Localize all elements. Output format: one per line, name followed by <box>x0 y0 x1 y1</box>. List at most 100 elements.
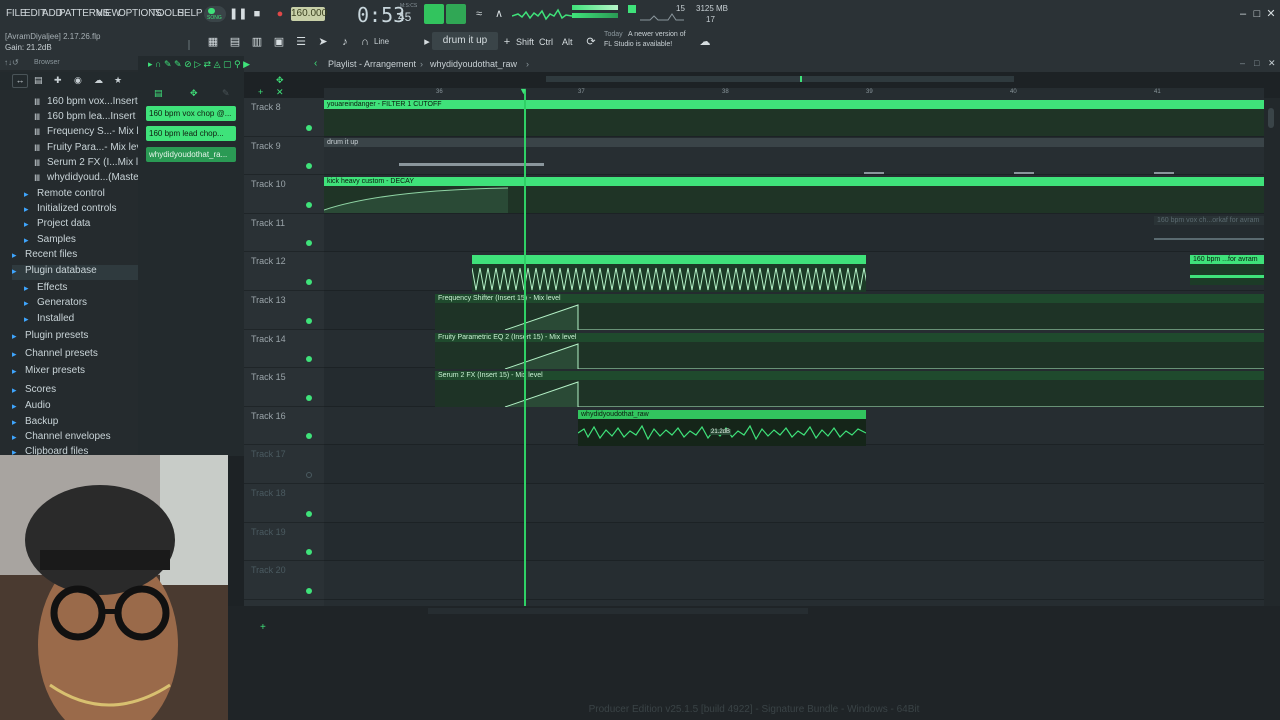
picker-view-icon[interactable]: ▤ <box>154 88 163 99</box>
grid-row[interactable] <box>324 522 1264 562</box>
tempo-display[interactable]: 160.000 <box>291 7 327 21</box>
grid-row[interactable] <box>324 561 1264 600</box>
track-header[interactable]: Track 17 <box>244 445 324 484</box>
clip-track12-right[interactable]: 160 bpm ...for avram <box>1190 255 1264 285</box>
playlist-close-icon[interactable]: ✕ <box>1268 58 1276 69</box>
browser-arrows-icon[interactable]: ↑↓↺ <box>4 58 19 67</box>
browser-cloud-icon[interactable]: ☁ <box>94 75 103 86</box>
timeline-ruler[interactable]: 36 37 38 39 40 41 <box>324 88 1264 98</box>
bottom-scroll[interactable] <box>428 608 808 614</box>
add-item-icon[interactable]: + <box>260 622 266 633</box>
track-mute-dot[interactable] <box>306 163 312 170</box>
browser-item[interactable]: Ⅲwhydidyoud...(Master) <box>34 172 145 187</box>
playlist-maximize-icon[interactable]: □ <box>1254 58 1259 68</box>
stop-icon[interactable]: ■ <box>250 7 264 21</box>
menu-help[interactable]: HELP <box>177 8 203 19</box>
browser-item[interactable]: Ⅲ 160 bpm lea...Insert 15) <box>34 111 153 126</box>
grid-row[interactable] <box>324 484 1264 523</box>
browser-item[interactable]: ▸ Recent files <box>12 249 77 264</box>
browser-item[interactable]: ▸ Project data <box>24 218 90 233</box>
track-header[interactable]: Track 14 <box>244 330 324 369</box>
playlist-minimize-icon[interactable]: – <box>1240 58 1245 68</box>
pattern-song-button[interactable] <box>424 4 444 24</box>
close-track-icon[interactable]: ✕ <box>276 87 284 98</box>
picker-item-audio[interactable]: whydidyoudothat_ra... <box>146 147 236 162</box>
pattern-selector[interactable]: drum it up <box>432 32 498 50</box>
track-header[interactable]: Track 8 <box>244 98 324 137</box>
add-pattern-icon[interactable]: + <box>500 35 514 49</box>
browser-item[interactable]: Ⅲ Fruity Para...- Mix level <box>34 142 149 157</box>
playhead-marker-icon[interactable]: ▼ <box>519 86 528 96</box>
clip-track12-pattern[interactable] <box>472 255 866 292</box>
playlist-scrollbar[interactable] <box>1264 98 1280 606</box>
track-header[interactable]: Track 10 <box>244 175 324 214</box>
track-header[interactable]: Track 18 <box>244 484 324 523</box>
news-line-1[interactable]: A newer version of <box>628 31 686 38</box>
track-mute-dot[interactable] <box>306 124 312 131</box>
browser-item[interactable]: ▸ Channel presets <box>12 348 98 363</box>
grid-row[interactable] <box>324 213 1264 253</box>
track-mute-dot[interactable] <box>306 201 312 208</box>
track-mute-dot[interactable] <box>306 587 312 594</box>
track-mute-dot[interactable] <box>306 317 312 324</box>
track-mute-dot[interactable] <box>306 510 312 517</box>
metronome-button[interactable] <box>446 4 466 24</box>
track-mute-dot[interactable] <box>306 549 312 556</box>
wait-icon[interactable]: ≈ <box>472 7 486 21</box>
browser-item[interactable]: Ⅲ 160 bpm vox...Insert 14) <box>34 96 155 111</box>
playlist-back-icon[interactable]: ‹ <box>314 58 317 69</box>
snap-move-icon[interactable]: ✥ <box>276 75 284 86</box>
track-header[interactable]: Track 13 <box>244 291 324 330</box>
play-arrow-icon[interactable]: ➤ <box>316 35 330 49</box>
browser-item[interactable]: ▸ Samples <box>24 234 76 249</box>
track-header[interactable]: Track 19 <box>244 523 324 562</box>
track-mute-dot[interactable] <box>306 394 312 401</box>
minimize-icon[interactable]: – <box>1236 7 1250 21</box>
browser-item[interactable]: ▸ Installed <box>24 313 74 328</box>
picker-item-vox-chop[interactable]: 160 bpm vox chop @... <box>146 106 236 121</box>
track-header[interactable]: Track 15 <box>244 368 324 407</box>
microphone-icon[interactable]: ♪ <box>338 35 352 49</box>
close-icon[interactable]: ✕ <box>1264 7 1278 21</box>
browser-sound-icon[interactable]: ◉ <box>74 75 82 86</box>
browser-item[interactable]: ▸ Mixer presets <box>12 365 85 380</box>
browser-item[interactable]: ▸ Channel envelopes <box>12 431 111 446</box>
browser-item[interactable]: ▸ Initialized controls <box>24 203 116 218</box>
countdown-icon[interactable]: ∧ <box>492 7 506 21</box>
browser-item[interactable]: ▸ Generators <box>24 297 87 312</box>
browser-item[interactable]: ▸ Effects <box>24 282 67 297</box>
browser-item[interactable]: ▸ Scores <box>12 384 56 399</box>
master-pitch-bar[interactable] <box>572 13 618 18</box>
clip-track11-vox[interactable]: 160 bpm vox ch...orkaf for avram <box>1154 216 1264 252</box>
track-header[interactable]: Track 9 <box>244 137 324 176</box>
song-mode-toggle[interactable]: SONG <box>204 6 226 22</box>
track-header[interactable]: Track 12 <box>244 252 324 291</box>
news-line-2[interactable]: FL Studio is available! <box>604 41 672 48</box>
track-mute-dot[interactable] <box>306 356 312 363</box>
clip-track15-automation[interactable]: Serum 2 FX (Insert 15) - Mix level <box>435 371 1264 407</box>
scrollbar-thumb[interactable] <box>1268 108 1274 128</box>
snap-selector[interactable]: Line <box>374 37 389 46</box>
picker-draw-icon[interactable]: ✎ <box>222 88 230 99</box>
clip-track13-automation[interactable]: Frequency Shifter (Insert 15) - Mix leve… <box>435 294 1264 330</box>
pause-icon[interactable]: ❚❚ <box>229 7 247 21</box>
browser-item[interactable]: ▸ Plugin presets <box>12 330 88 345</box>
clip-track14-automation[interactable]: Fruity Parametric EQ 2 (Insert 15) - Mix… <box>435 333 1264 369</box>
piano-roll-icon[interactable]: ▤ <box>228 35 242 49</box>
browser-item[interactable]: ▸ Backup <box>12 416 58 431</box>
playlist-overview[interactable] <box>546 76 1014 82</box>
track-mute-dot[interactable] <box>306 471 312 478</box>
news-icon[interactable]: ⟳ <box>584 35 598 49</box>
magnet-icon[interactable]: ∩ <box>358 35 372 49</box>
picker-move-icon[interactable]: ✥ <box>190 88 198 99</box>
track-header[interactable]: Track 11 <box>244 214 324 253</box>
browser-item[interactable]: ▸ Audio <box>12 400 51 415</box>
clip-track8-automation[interactable]: youareindanger - FILTER 1 CUTOFF <box>324 100 1264 136</box>
maximize-icon[interactable]: □ <box>1250 7 1264 21</box>
track-mute-dot[interactable] <box>306 278 312 285</box>
record-icon[interactable]: ● <box>273 7 287 21</box>
cloud-icon[interactable]: ☁ <box>698 35 712 49</box>
picker-item-lead-chop[interactable]: 160 bpm lead chop... <box>146 126 236 141</box>
playlist-tools-icon[interactable]: ▸ ∩ ✎ ✎ ⊘ ▷ ⇄ ◬ ▢ ⚲ ▶ <box>148 59 250 70</box>
plugin-picker-icon[interactable]: ☰ <box>294 35 308 49</box>
